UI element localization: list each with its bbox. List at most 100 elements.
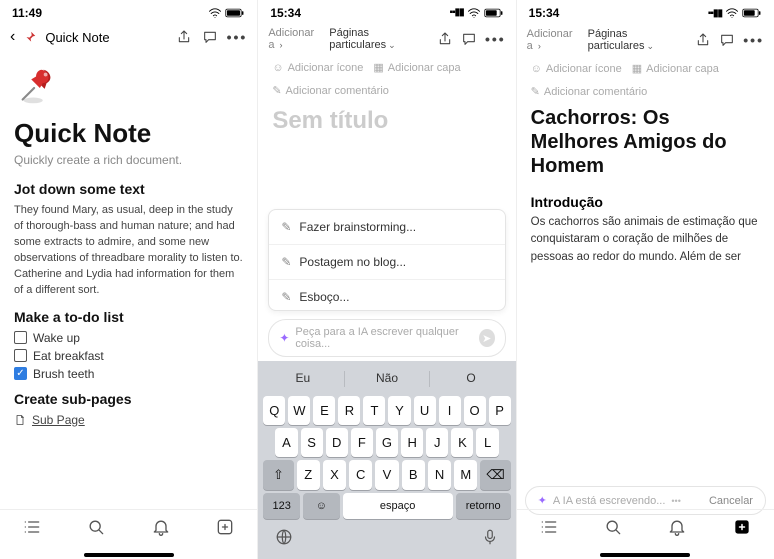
add-comment-button[interactable]: ✎ Adicionar comentário [531,85,760,98]
key[interactable]: G [376,428,398,457]
submit-icon[interactable]: ➤ [479,329,495,347]
breadcrumb-title[interactable]: Quick Note [45,30,109,45]
body-paragraph[interactable]: They found Mary, as usual, deep in the s… [14,203,243,299]
more-icon[interactable]: ••• [743,32,764,48]
wifi-icon [725,8,739,18]
shift-key[interactable]: ⇧ [263,460,293,490]
key[interactable]: N [428,460,451,490]
checkbox-icon[interactable] [14,331,27,344]
comment-icon[interactable] [719,31,735,49]
ai-menu-item[interactable]: ✎Fazer brainstorming... [269,210,504,245]
share-icon[interactable] [175,28,193,46]
list-icon[interactable] [539,517,559,542]
return-key[interactable]: retorno [456,493,511,519]
bottom-toolbar [0,509,257,549]
key[interactable]: D [326,428,348,457]
ai-menu-label: Postagem no blog... [299,255,406,269]
key[interactable]: K [451,428,473,457]
ai-menu-item[interactable]: ✎Postagem no blog... [269,245,504,280]
checkbox-icon[interactable] [14,349,27,362]
suggestion[interactable]: O [430,371,513,387]
signal-icon: ▪▪▮▮ [708,8,722,19]
key[interactable]: S [301,428,323,457]
key[interactable]: U [414,396,436,425]
key[interactable]: F [351,428,373,457]
key[interactable]: C [349,460,372,490]
ai-input[interactable]: ✦ Peça para a IA escrever qualquer coisa… [268,319,505,357]
back-button[interactable]: ‹ [10,28,15,46]
key[interactable]: O [464,396,486,425]
search-icon[interactable] [86,517,106,542]
key[interactable]: H [401,428,423,457]
key[interactable]: V [375,460,398,490]
add-icon-button[interactable]: ☺ Adicionar ícone [531,62,622,75]
key[interactable]: J [426,428,448,457]
keyboard-row: ASDFGHJKL [263,428,510,457]
checkbox-checked-icon[interactable]: ✓ [14,367,27,380]
key[interactable]: W [288,396,310,425]
suggestion[interactable]: Não [345,371,428,387]
suggestion[interactable]: Eu [261,371,344,387]
bell-icon[interactable] [151,517,171,542]
key[interactable]: A [275,428,297,457]
key[interactable]: R [338,396,360,425]
breadcrumb-add[interactable]: Adicionar a › [527,28,580,52]
list-icon[interactable] [22,517,42,542]
phone-quick-note: 11:49 ‹ Quick Note ••• Quick Note [0,0,258,559]
nav-bar: Adicionar a › Páginas particulares⌄ ••• [517,22,774,58]
key[interactable]: E [313,396,335,425]
key[interactable]: B [402,460,425,490]
nav-bar: ‹ Quick Note ••• [0,22,257,52]
pushpin-icon [14,64,60,110]
keyboard: Eu Não O QWERTYUIOP ASDFGHJKL ⇧ ZXCVBNM … [258,361,515,559]
cancel-button[interactable]: Cancelar [709,495,753,507]
breadcrumb-add[interactable]: Adicionar a › [268,27,321,51]
add-cover-button[interactable]: ▦ Adicionar capa [373,61,460,74]
comment-icon[interactable] [461,30,477,48]
backspace-key[interactable]: ⌫ [480,460,510,490]
pin-icon [23,30,37,44]
share-icon[interactable] [695,31,711,49]
new-page-icon[interactable] [215,517,235,542]
search-icon[interactable] [603,517,623,542]
status-bar: 15:34 ▪▪▮▮ [517,0,774,22]
phone-ai-writing: 15:34 ▪▪▮▮ Adicionar a › Páginas particu… [517,0,774,559]
emoji-key[interactable]: ☺ [303,493,340,519]
key[interactable]: Y [388,396,410,425]
key[interactable]: Z [297,460,320,490]
breadcrumb-location[interactable]: Páginas particulares⌄ [588,28,680,52]
key[interactable]: T [363,396,385,425]
key[interactable]: Q [263,396,285,425]
more-icon[interactable]: ••• [485,31,506,47]
ai-status-text: A IA está escrevendo... [553,495,666,507]
bell-icon[interactable] [667,517,687,542]
todo-item[interactable]: Eat breakfast [14,349,243,363]
todo-item[interactable]: Wake up [14,331,243,345]
status-indicators: ▪▪▮▮ [708,8,762,19]
page-title[interactable]: Cachorros: Os Melhores Amigos do Homem [517,98,774,184]
breadcrumb-location[interactable]: Páginas particulares⌄ [329,27,421,51]
add-comment-button[interactable]: ✎ Adicionar comentário [272,84,501,97]
subpage-label: Sub Page [32,413,85,427]
key[interactable]: P [489,396,511,425]
key[interactable]: X [323,460,346,490]
comment-icon[interactable] [201,28,219,46]
ai-menu-item[interactable]: ✎Esboço... [269,280,504,311]
key[interactable]: I [439,396,461,425]
more-icon[interactable]: ••• [227,29,248,45]
share-icon[interactable] [437,30,453,48]
add-icon-button[interactable]: ☺ Adicionar ícone [272,61,363,74]
add-cover-button[interactable]: ▦ Adicionar capa [632,62,719,75]
mic-icon[interactable] [481,528,499,551]
new-page-icon[interactable] [732,517,752,542]
space-key[interactable]: espaço [343,493,453,519]
status-indicators: ▪▪▮▮ [450,7,504,18]
todo-item[interactable]: ✓Brush teeth [14,367,243,381]
numbers-key[interactable]: 123 [263,493,300,519]
status-bar: 15:34 ▪▪▮▮ [258,0,515,21]
title-placeholder[interactable]: Sem título [258,97,515,139]
key[interactable]: M [454,460,477,490]
key[interactable]: L [476,428,498,457]
subpage-link[interactable]: Sub Page [14,413,243,427]
globe-icon[interactable] [275,528,293,551]
